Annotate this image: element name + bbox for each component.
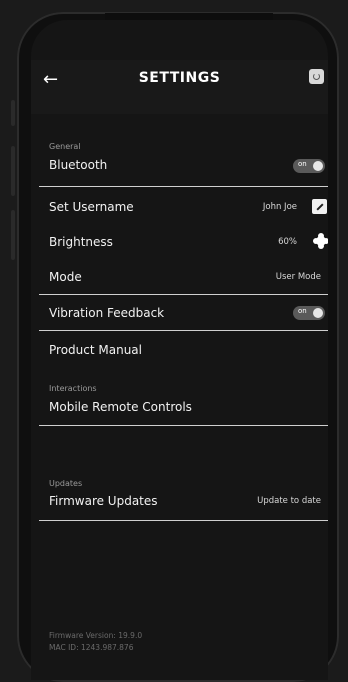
pencil-icon[interactable] [312, 199, 327, 214]
product-manual-row[interactable]: Product Manual [39, 334, 328, 364]
divider [39, 520, 328, 521]
remote-controls-label: Mobile Remote Controls [49, 400, 192, 414]
vibration-toggle[interactable]: on [293, 306, 325, 320]
vibration-label: Vibration Feedback [49, 306, 165, 320]
bluetooth-toggle-state: on [298, 160, 307, 168]
brightness-icon[interactable] [316, 236, 326, 246]
power-icon[interactable] [309, 69, 324, 84]
brightness-label: Brightness [49, 235, 113, 249]
vibration-row[interactable]: Vibration Feedback on [39, 298, 328, 328]
mac-id: MAC ID: 1243.987.876 [49, 643, 134, 652]
mode-row[interactable]: Mode User Mode [39, 260, 328, 290]
product-manual-label: Product Manual [49, 343, 142, 357]
page-title: SETTINGS [138, 70, 221, 86]
firmware-version: Firmware Version: 19.9.0 [49, 631, 143, 640]
phone-side-button [11, 210, 15, 260]
toggle-knob [313, 308, 323, 318]
firmware-updates-value: Update to date [257, 496, 321, 506]
divider [39, 294, 328, 295]
username-value: John Joe [262, 202, 297, 212]
bluetooth-toggle[interactable]: on [293, 159, 325, 173]
app-header: ← SETTINGS [31, 60, 328, 114]
vibration-toggle-state: on [298, 307, 307, 315]
app-screen: ← SETTINGS General Bluetooth on Set User… [31, 20, 328, 680]
firmware-updates-row[interactable]: Updates Firmware Updates Update to date [39, 479, 328, 519]
bluetooth-row[interactable]: General Bluetooth on [39, 142, 328, 186]
bluetooth-label: Bluetooth [49, 158, 108, 172]
section-general: General [49, 142, 81, 151]
phone-side-button [11, 100, 15, 126]
mode-label: Mode [49, 270, 82, 284]
divider [39, 330, 328, 331]
divider [39, 425, 328, 426]
section-updates: Updates [49, 479, 83, 488]
username-label: Set Username [49, 200, 134, 214]
section-interactions: Interactions [49, 384, 97, 393]
remote-controls-row[interactable]: Interactions Mobile Remote Controls [39, 384, 328, 424]
brightness-value: 60% [278, 237, 297, 247]
mode-value: User Mode [275, 272, 321, 282]
username-row[interactable]: Set Username John Joe [39, 190, 328, 220]
divider [39, 186, 328, 187]
toggle-knob [313, 161, 323, 171]
brightness-row[interactable]: Brightness 60% [39, 224, 328, 254]
phone-side-button [11, 146, 15, 196]
firmware-updates-label: Firmware Updates [49, 494, 158, 508]
